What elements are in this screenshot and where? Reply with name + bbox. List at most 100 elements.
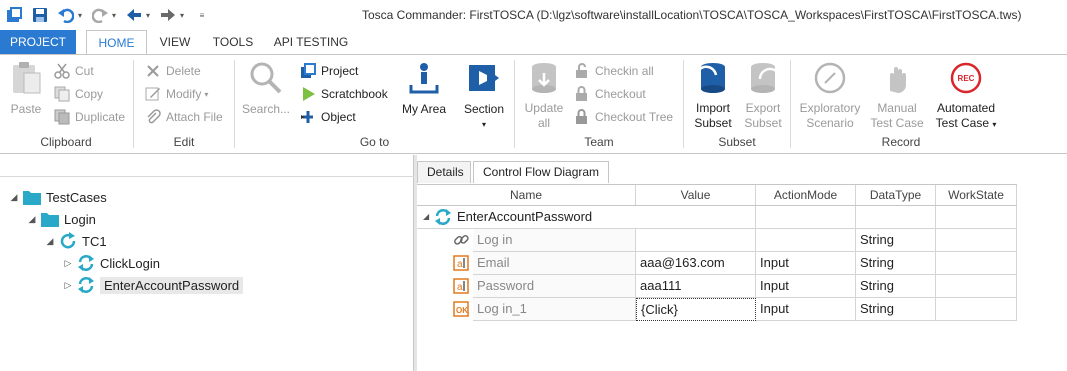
my-area-icon	[407, 61, 441, 99]
datatype-cell[interactable]: String	[856, 298, 936, 321]
automated-label-1: Automated	[936, 101, 996, 115]
table-row[interactable]: a Email aaa@163.com Input String	[417, 252, 1017, 275]
redo-icon[interactable]	[91, 6, 109, 24]
project-button[interactable]: Project	[300, 61, 358, 81]
tree-item-tc1[interactable]: ◢ TC1	[44, 230, 107, 252]
delete-button[interactable]: Delete	[145, 61, 201, 81]
attach-file-label: Attach File	[166, 110, 223, 124]
undo-dropdown-icon[interactable]: ▾	[75, 11, 85, 20]
attach-file-button[interactable]: Attach File	[145, 107, 223, 127]
checkin-all-button[interactable]: Checkin all	[574, 61, 654, 81]
value-cell[interactable]: aaa111	[636, 275, 756, 298]
team-group-label: Team	[584, 135, 614, 149]
name-cell[interactable]: Log in_1	[473, 298, 636, 321]
value-cell[interactable]: aaa@163.com	[636, 252, 756, 275]
customize-icon[interactable]: ≡	[197, 11, 207, 20]
tree-item-label: TC1	[82, 233, 107, 249]
automated-test-case-button[interactable]: REC Automated Test Case ▾	[930, 61, 1002, 132]
section-button[interactable]: Section ▾	[458, 61, 510, 132]
column-header-value[interactable]: Value	[636, 185, 756, 205]
test-step-icon	[76, 253, 96, 273]
name-cell[interactable]: Password	[473, 275, 636, 298]
tree-item-testcases[interactable]: ◢ TestCases	[8, 186, 107, 208]
my-area-button[interactable]: My Area	[398, 61, 450, 117]
tab-control-flow-diagram[interactable]: Control Flow Diagram	[473, 161, 610, 183]
tree-item-enteraccountpassword[interactable]: ▷ EnterAccountPassword	[62, 274, 244, 296]
value-cell[interactable]	[636, 229, 756, 252]
manual-test-case-button[interactable]: Manual Test Case	[868, 61, 926, 131]
tree-item-login[interactable]: ◢ Login	[26, 208, 96, 230]
collapsed-toggle-icon[interactable]: ▷	[62, 280, 74, 291]
duplicate-button[interactable]: Duplicate	[54, 107, 125, 127]
undo-icon[interactable]	[57, 6, 75, 24]
import-subset-button[interactable]: Import Subset	[689, 61, 737, 131]
search-button[interactable]: Search...	[240, 61, 292, 117]
actionmode-cell[interactable]	[756, 229, 856, 252]
collapsed-toggle-icon[interactable]: ▷	[62, 258, 74, 269]
modify-button[interactable]: Modify ▾	[145, 84, 208, 104]
update-all-label-2: all	[537, 116, 550, 130]
paste-button[interactable]: Paste	[6, 61, 46, 117]
lock-icon	[574, 86, 590, 102]
actionmode-cell[interactable]: Input	[756, 252, 856, 275]
manual-label-1: Manual	[877, 101, 917, 115]
tab-project[interactable]: PROJECT	[0, 30, 76, 54]
edit-group-label: Edit	[173, 135, 195, 149]
tree-item-clicklogin[interactable]: ▷ ClickLogin	[62, 252, 160, 274]
forward-icon[interactable]	[159, 6, 177, 24]
export-subset-button[interactable]: Export Subset	[739, 61, 787, 131]
datatype-cell[interactable]: String	[856, 229, 936, 252]
title-bar: ▾ ▾ ▾ ▾ ≡ Tosca Commander: FirstTOSCA (D…	[0, 0, 1067, 30]
table-row[interactable]: Log in String	[417, 229, 1017, 252]
tree-panel-header	[0, 155, 414, 177]
save-icon[interactable]	[31, 6, 49, 24]
expand-toggle-icon[interactable]: ◢	[423, 206, 433, 228]
name-cell[interactable]: Email	[473, 252, 636, 275]
checkout-button[interactable]: Checkout	[574, 84, 646, 104]
refresh-testcase-icon	[58, 231, 78, 251]
details-panel: Details Control Flow Diagram Name Value …	[417, 155, 1067, 371]
table-row-root[interactable]: ◢ EnterAccountPassword	[417, 206, 1017, 229]
tab-tools[interactable]: TOOLS	[203, 30, 263, 54]
workstate-cell[interactable]	[936, 229, 1017, 252]
actionmode-cell[interactable]: Input	[756, 298, 856, 321]
scratchbook-button[interactable]: Scratchbook	[300, 84, 388, 104]
column-header-datatype[interactable]: DataType	[856, 185, 936, 205]
automated-label-2-text: Test Case	[935, 116, 989, 130]
redo-dropdown-icon[interactable]: ▾	[109, 11, 119, 20]
cut-button[interactable]: Cut	[54, 61, 94, 81]
object-button[interactable]: Object	[300, 107, 356, 127]
workstate-cell[interactable]	[936, 252, 1017, 275]
tab-home[interactable]: HOME	[86, 30, 147, 55]
update-all-button[interactable]: Update all	[520, 61, 568, 131]
tab-details[interactable]: Details	[417, 161, 471, 183]
back-dropdown-icon[interactable]: ▾	[143, 11, 153, 20]
checkout-tree-button[interactable]: Checkout Tree	[574, 107, 673, 127]
column-header-actionmode[interactable]: ActionMode	[756, 185, 856, 205]
name-cell[interactable]: Log in	[473, 229, 636, 252]
datatype-cell[interactable]: String	[856, 252, 936, 275]
checkout-tree-label: Checkout Tree	[595, 110, 674, 124]
app-icon[interactable]	[5, 6, 23, 24]
datatype-cell[interactable]: String	[856, 275, 936, 298]
tab-api-testing[interactable]: API TESTING	[268, 30, 354, 54]
back-icon[interactable]	[125, 6, 143, 24]
value-cell[interactable]: {Click}	[636, 298, 756, 321]
forward-dropdown-icon[interactable]: ▾	[177, 11, 187, 20]
workstate-cell[interactable]	[936, 298, 1017, 321]
column-header-name[interactable]: Name	[417, 185, 636, 205]
exploratory-scenario-button[interactable]: Exploratory Scenario	[796, 61, 864, 131]
expand-toggle-icon[interactable]: ◢	[44, 236, 56, 247]
table-row[interactable]: a Password aaa111 Input String	[417, 275, 1017, 298]
actionmode-cell[interactable]: Input	[756, 275, 856, 298]
grid-header: Name Value ActionMode DataType WorkState	[417, 184, 1017, 206]
copy-button[interactable]: Copy	[54, 84, 103, 104]
column-header-workstate[interactable]: WorkState	[936, 185, 1017, 205]
expand-toggle-icon[interactable]: ◢	[26, 214, 38, 225]
table-row[interactable]: OK Log in_1 {Click} Input String	[417, 298, 1017, 321]
workstate-cell[interactable]	[936, 275, 1017, 298]
root-name-cell: ◢ EnterAccountPassword	[417, 206, 636, 229]
row-icon-cell: a	[417, 252, 473, 275]
expand-toggle-icon[interactable]: ◢	[8, 192, 20, 203]
tab-view[interactable]: VIEW	[151, 30, 199, 54]
